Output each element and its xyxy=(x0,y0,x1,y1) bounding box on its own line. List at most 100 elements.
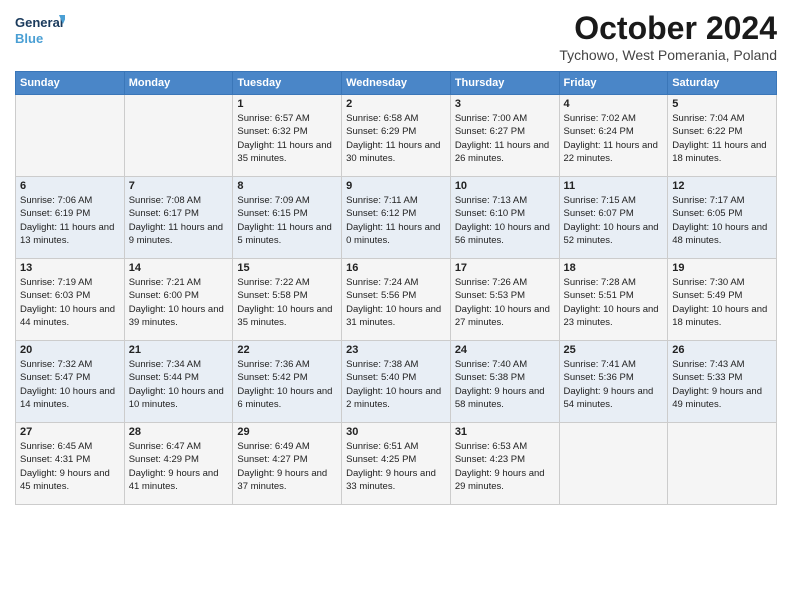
day-number: 21 xyxy=(129,344,229,356)
day-number: 22 xyxy=(237,344,337,356)
day-content: Sunrise: 6:57 AM Sunset: 6:32 PM Dayligh… xyxy=(237,112,337,165)
calendar-cell: 16Sunrise: 7:24 AM Sunset: 5:56 PM Dayli… xyxy=(342,259,451,341)
svg-text:Blue: Blue xyxy=(15,31,43,46)
calendar-cell: 12 Sunrise: 7:17 AM Sunset: 6:05 PM Dayli… xyxy=(668,177,777,259)
day-content: Sunrise: 7:34 AM Sunset: 5:44 PM Dayligh… xyxy=(129,358,229,411)
day-header: Tuesday xyxy=(233,72,342,95)
day-content: Sunrise: 7:41 AM Sunset: 5:36 PM Dayligh… xyxy=(564,358,664,411)
month-title: October 2024 xyxy=(559,10,777,47)
day-number: 28 xyxy=(129,426,229,438)
day-content: Sunrise: 6:47 AM Sunset: 4:29 PM Dayligh… xyxy=(129,440,229,493)
day-content: Sunrise: 7:43 AM Sunset: 5:33 PM Dayligh… xyxy=(672,358,772,411)
calendar-cell: 9 Sunrise: 7:11 AM Sunset: 6:12 PM Daylig… xyxy=(342,177,451,259)
logo: General Blue xyxy=(15,10,65,50)
day-number: 9 xyxy=(346,180,446,192)
day-number: 23 xyxy=(346,344,446,356)
day-content: Sunrise: 6:45 AM Sunset: 4:31 PM Dayligh… xyxy=(20,440,120,493)
day-number: 5 xyxy=(672,98,772,110)
calendar-cell: 17 Sunrise: 7:26 AM Sunset: 5:53 PM Dayli… xyxy=(450,259,559,341)
calendar-cell: 28 Sunrise: 6:47 AM Sunset: 4:29 PM Dayli… xyxy=(124,423,233,505)
day-number: 2 xyxy=(346,98,446,110)
day-number: 31 xyxy=(455,426,555,438)
calendar-cell: 18 Sunrise: 7:28 AM Sunset: 5:51 PM Dayli… xyxy=(559,259,668,341)
day-content: Sunrise: 7:09 AM Sunset: 6:15 PM Dayligh… xyxy=(237,194,337,247)
day-content: Sunrise: 6:49 AM Sunset: 4:27 PM Dayligh… xyxy=(237,440,337,493)
day-number: 29 xyxy=(237,426,337,438)
calendar-cell: 20 Sunrise: 7:32 AM Sunset: 5:47 PM Dayli… xyxy=(16,341,125,423)
day-number: 15 xyxy=(237,262,337,274)
day-content: Sunrise: 6:53 AM Sunset: 4:23 PM Dayligh… xyxy=(455,440,555,493)
calendar-cell: 26 Sunrise: 7:43 AM Sunset: 5:33 PM Dayli… xyxy=(668,341,777,423)
day-content: Sunrise: 7:17 AM Sunset: 6:05 PM Dayligh… xyxy=(672,194,772,247)
calendar-cell xyxy=(16,95,125,177)
day-number: 30 xyxy=(346,426,446,438)
day-number: 20 xyxy=(20,344,120,356)
calendar-cell: 21 Sunrise: 7:34 AM Sunset: 5:44 PM Dayli… xyxy=(124,341,233,423)
day-number: 18 xyxy=(564,262,664,274)
subtitle: Tychowo, West Pomerania, Poland xyxy=(559,47,777,63)
day-number: 6 xyxy=(20,180,120,192)
day-content: Sunrise: 7:28 AM Sunset: 5:51 PM Dayligh… xyxy=(564,276,664,329)
day-number: 25 xyxy=(564,344,664,356)
day-number: 26 xyxy=(672,344,772,356)
day-number: 27 xyxy=(20,426,120,438)
day-number: 10 xyxy=(455,180,555,192)
day-content: Sunrise: 6:51 AM Sunset: 4:25 PM Dayligh… xyxy=(346,440,446,493)
svg-text:General: General xyxy=(15,15,63,30)
calendar-cell: 5 Sunrise: 7:04 AM Sunset: 6:22 PM Daylig… xyxy=(668,95,777,177)
calendar-cell: 11 Sunrise: 7:15 AM Sunset: 6:07 PM Dayli… xyxy=(559,177,668,259)
calendar-cell: 14 Sunrise: 7:21 AM Sunset: 6:00 PM Dayli… xyxy=(124,259,233,341)
day-content: Sunrise: 7:04 AM Sunset: 6:22 PM Dayligh… xyxy=(672,112,772,165)
day-number: 7 xyxy=(129,180,229,192)
day-number: 17 xyxy=(455,262,555,274)
calendar-cell: 23 Sunrise: 7:38 AM Sunset: 5:40 PM Dayli… xyxy=(342,341,451,423)
day-content: Sunrise: 7:36 AM Sunset: 5:42 PM Dayligh… xyxy=(237,358,337,411)
calendar-cell: 27 Sunrise: 6:45 AM Sunset: 4:31 PM Dayli… xyxy=(16,423,125,505)
title-block: October 2024 Tychowo, West Pomerania, Po… xyxy=(559,10,777,63)
day-content: Sunrise: 7:19 AM Sunset: 6:03 PM Dayligh… xyxy=(20,276,120,329)
day-header: Sunday xyxy=(16,72,125,95)
calendar-cell: 4 Sunrise: 7:02 AM Sunset: 6:24 PM Daylig… xyxy=(559,95,668,177)
calendar-cell: 10 Sunrise: 7:13 AM Sunset: 6:10 PM Dayli… xyxy=(450,177,559,259)
day-header: Monday xyxy=(124,72,233,95)
day-number: 24 xyxy=(455,344,555,356)
day-header: Wednesday xyxy=(342,72,451,95)
day-content: Sunrise: 7:13 AM Sunset: 6:10 PM Dayligh… xyxy=(455,194,555,247)
day-content: Sunrise: 7:24 AM Sunset: 5:56 PM Dayligh… xyxy=(346,276,446,329)
calendar-cell: 2Sunrise: 6:58 AM Sunset: 6:29 PM Daylig… xyxy=(342,95,451,177)
calendar-table: SundayMondayTuesdayWednesdayThursdayFrid… xyxy=(15,71,777,505)
day-number: 13 xyxy=(20,262,120,274)
day-number: 1 xyxy=(237,98,337,110)
calendar-cell: 31 Sunrise: 6:53 AM Sunset: 4:23 PM Dayli… xyxy=(450,423,559,505)
day-content: Sunrise: 7:02 AM Sunset: 6:24 PM Dayligh… xyxy=(564,112,664,165)
calendar-cell: 19Sunrise: 7:30 AM Sunset: 5:49 PM Dayli… xyxy=(668,259,777,341)
calendar-cell: 15 Sunrise: 7:22 AM Sunset: 5:58 PM Dayli… xyxy=(233,259,342,341)
calendar-cell: 6Sunrise: 7:06 AM Sunset: 6:19 PM Daylig… xyxy=(16,177,125,259)
calendar-cell: 13 Sunrise: 7:19 AM Sunset: 6:03 PM Dayli… xyxy=(16,259,125,341)
day-number: 11 xyxy=(564,180,664,192)
calendar-cell: 1 Sunrise: 6:57 AM Sunset: 6:32 PM Daylig… xyxy=(233,95,342,177)
day-number: 3 xyxy=(455,98,555,110)
day-content: Sunrise: 7:11 AM Sunset: 6:12 PM Dayligh… xyxy=(346,194,446,247)
calendar-cell: 3 Sunrise: 7:00 AM Sunset: 6:27 PM Daylig… xyxy=(450,95,559,177)
day-content: Sunrise: 7:40 AM Sunset: 5:38 PM Dayligh… xyxy=(455,358,555,411)
day-header: Saturday xyxy=(668,72,777,95)
calendar-cell xyxy=(124,95,233,177)
day-content: Sunrise: 7:38 AM Sunset: 5:40 PM Dayligh… xyxy=(346,358,446,411)
day-content: Sunrise: 7:22 AM Sunset: 5:58 PM Dayligh… xyxy=(237,276,337,329)
calendar-cell: 24 Sunrise: 7:40 AM Sunset: 5:38 PM Dayli… xyxy=(450,341,559,423)
calendar-cell: 22 Sunrise: 7:36 AM Sunset: 5:42 PM Dayli… xyxy=(233,341,342,423)
day-content: Sunrise: 7:15 AM Sunset: 6:07 PM Dayligh… xyxy=(564,194,664,247)
day-content: Sunrise: 7:30 AM Sunset: 5:49 PM Dayligh… xyxy=(672,276,772,329)
day-number: 4 xyxy=(564,98,664,110)
day-content: Sunrise: 7:00 AM Sunset: 6:27 PM Dayligh… xyxy=(455,112,555,165)
day-number: 12 xyxy=(672,180,772,192)
day-content: Sunrise: 7:26 AM Sunset: 5:53 PM Dayligh… xyxy=(455,276,555,329)
day-header: Thursday xyxy=(450,72,559,95)
calendar-cell: 29 Sunrise: 6:49 AM Sunset: 4:27 PM Dayli… xyxy=(233,423,342,505)
calendar-cell: 7Sunrise: 7:08 AM Sunset: 6:17 PM Daylig… xyxy=(124,177,233,259)
day-content: Sunrise: 7:32 AM Sunset: 5:47 PM Dayligh… xyxy=(20,358,120,411)
day-number: 14 xyxy=(129,262,229,274)
day-content: Sunrise: 7:21 AM Sunset: 6:00 PM Dayligh… xyxy=(129,276,229,329)
day-number: 8 xyxy=(237,180,337,192)
